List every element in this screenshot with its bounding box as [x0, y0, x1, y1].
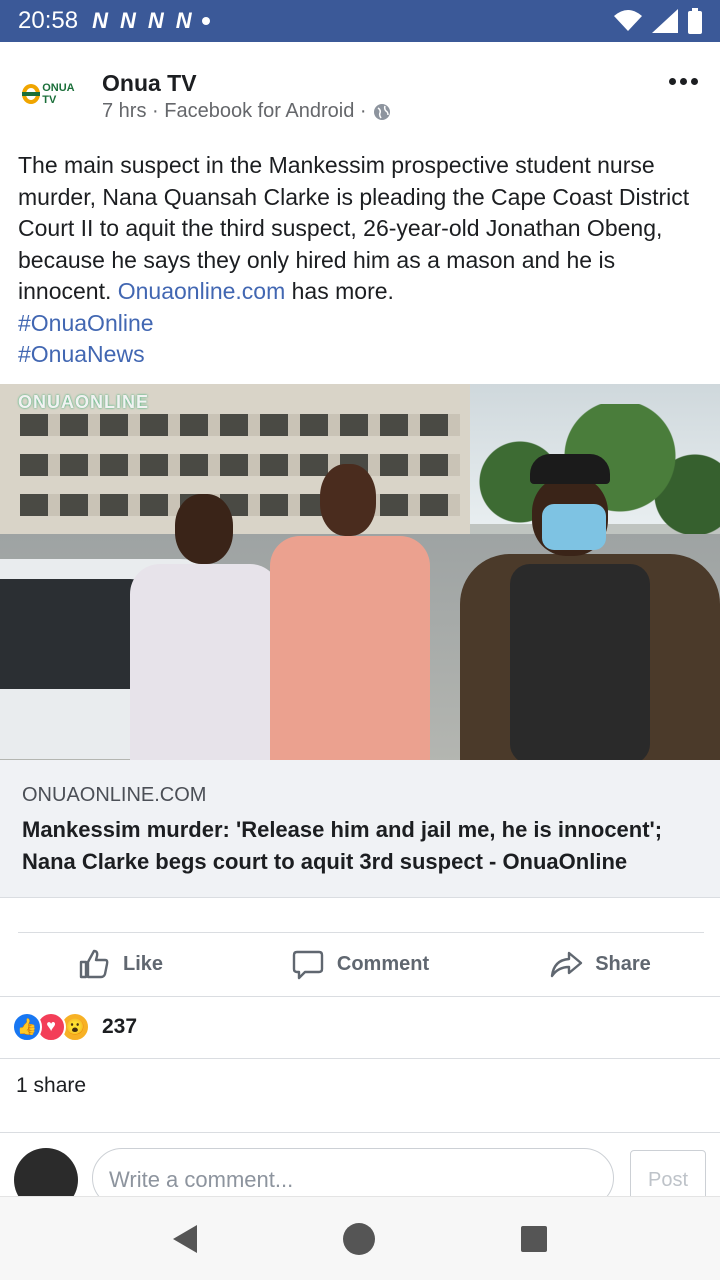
divider	[0, 1132, 720, 1133]
post-meta-text[interactable]: 7 hrs · Facebook for Android ·	[102, 100, 367, 123]
divider	[0, 996, 720, 997]
like-button[interactable]: Like	[0, 936, 240, 992]
post-header: ONUA TV Onua TV 7 hrs · Facebook for And…	[0, 60, 720, 130]
post-image[interactable]: ONUAONLINE	[0, 384, 720, 760]
recent-apps-icon[interactable]	[521, 1225, 547, 1252]
hashtag-link[interactable]: #OnuaNews	[18, 339, 708, 371]
police-figure	[460, 454, 720, 760]
divider	[18, 932, 704, 933]
image-watermark: ONUAONLINE	[18, 392, 149, 412]
link-preview[interactable]: ONUAONLINE.COM Mankessim murder: 'Releas…	[0, 760, 720, 898]
notification-icon: N	[92, 8, 108, 33]
comment-label: Comment	[336, 952, 430, 975]
link-domain: ONUAONLINE.COM	[22, 784, 207, 806]
post-actions: Like Comment Share	[0, 936, 720, 992]
share-button[interactable]: Share	[480, 936, 720, 992]
share-count[interactable]: 1 share	[16, 1074, 86, 1098]
signal-icon	[652, 9, 678, 33]
comment-icon	[292, 950, 324, 980]
page-name[interactable]: Onua TV	[102, 70, 197, 97]
comment-button[interactable]: Comment	[240, 936, 480, 992]
reactions-summary[interactable]: 👍 ♥ 😮 237	[12, 1010, 137, 1044]
post-body: The main suspect in the Mankessim prospe…	[18, 150, 708, 371]
logo-text: ONUA TV	[42, 82, 75, 106]
share-icon	[551, 951, 583, 978]
home-icon[interactable]	[343, 1222, 375, 1255]
wifi-icon	[614, 10, 642, 31]
comment-composer: Write a comment... Post	[0, 1134, 720, 1212]
more-notifications-dot	[201, 17, 210, 25]
share-label: Share	[595, 952, 651, 975]
globe-icon	[373, 103, 390, 120]
onua-logo-icon	[22, 84, 41, 104]
battery-icon	[688, 8, 702, 34]
post-text-tail: has more.	[285, 278, 394, 304]
thumbs-up-icon	[79, 949, 109, 979]
back-icon[interactable]	[173, 1224, 197, 1253]
notification-icon: N	[175, 8, 192, 33]
hashtag-link[interactable]: #OnuaOnline	[18, 308, 708, 340]
like-reaction-icon: 👍	[12, 1012, 42, 1042]
notification-icon: N	[147, 8, 164, 33]
person-figure	[270, 464, 430, 760]
notification-icons: N N N N	[92, 8, 192, 34]
person-figure	[120, 494, 290, 760]
system-nav-bar	[0, 1196, 720, 1280]
link-title: Mankessim murder: 'Release him and jail …	[22, 817, 663, 874]
post-link[interactable]: Onuaonline.com	[118, 278, 286, 304]
reaction-count: 237	[102, 1015, 138, 1038]
status-time: 20:58	[18, 7, 79, 34]
notification-icon: N	[119, 8, 136, 33]
status-bar: 20:58 N N N N	[0, 0, 720, 42]
more-options-icon[interactable]	[669, 78, 698, 85]
page-logo[interactable]: ONUA TV	[22, 78, 84, 110]
divider	[0, 1058, 720, 1059]
like-label: Like	[122, 952, 164, 975]
post-meta: 7 hrs · Facebook for Android ·	[102, 100, 391, 123]
